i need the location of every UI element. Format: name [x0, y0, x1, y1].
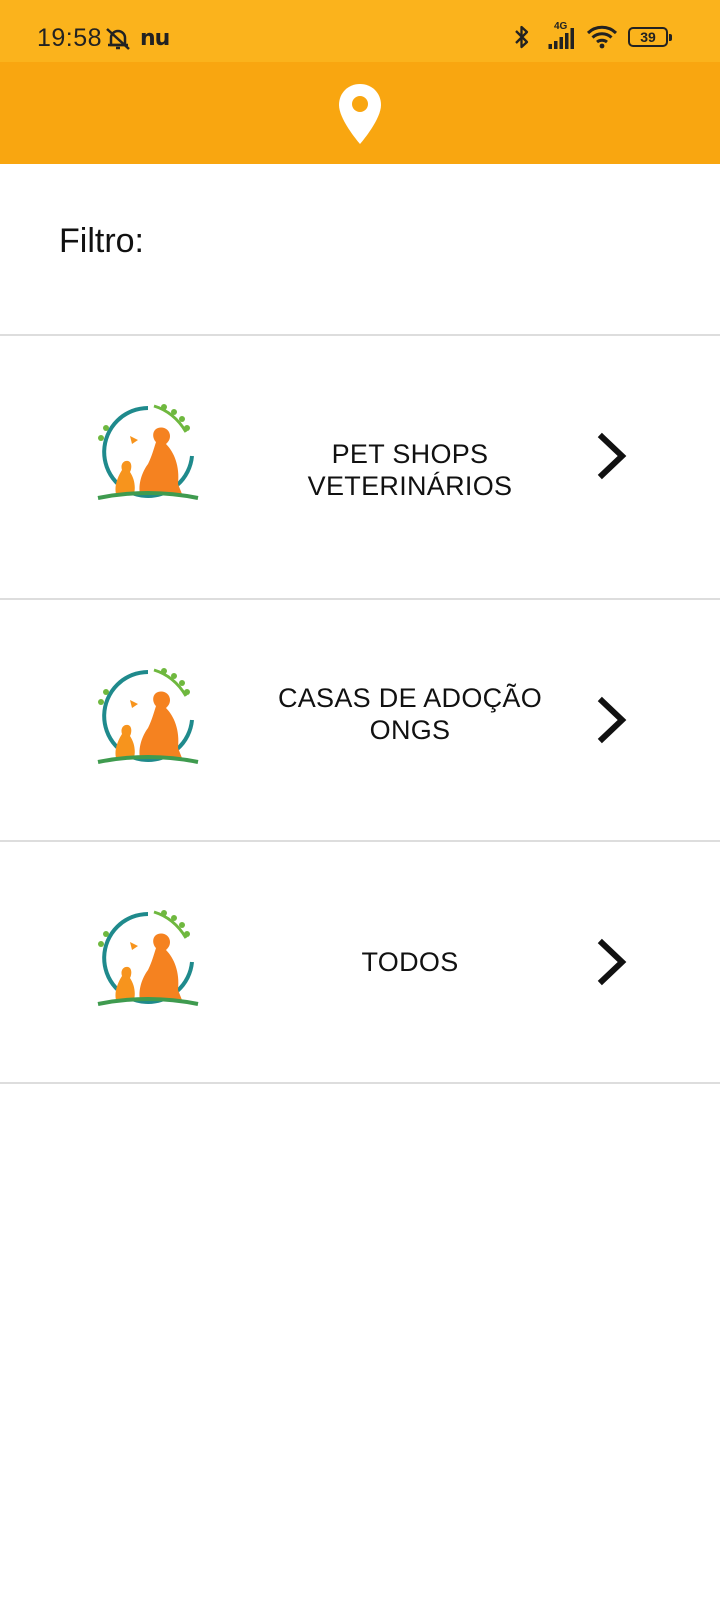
- category-label-line1: PET SHOPS: [331, 439, 489, 469]
- status-time: 19:58: [37, 24, 103, 52]
- category-label-line2: VETERINÁRIOS: [307, 471, 513, 501]
- status-right-icons: 4G 39: [514, 21, 672, 50]
- chevron-right-icon: [597, 432, 627, 480]
- screen: 19:58 nu 4G 39 Filtro: PET SHOPS VETERIN…: [0, 0, 720, 1600]
- app-bar: [0, 62, 720, 164]
- nubank-notification-icon: nu: [140, 26, 170, 51]
- divider: [0, 1082, 720, 1084]
- category-row-adoption-houses[interactable]: CASAS DE ADOÇÃO ONGS: [0, 600, 720, 840]
- filter-label: Filtro:: [59, 222, 144, 260]
- category-label: CASAS DE ADOÇÃO ONGS: [260, 682, 560, 746]
- wifi-icon: [586, 25, 618, 49]
- status-left-icons: nu: [104, 26, 170, 51]
- pet-logo-icon: [97, 668, 199, 764]
- alarm-off-icon: [106, 27, 130, 50]
- category-label-line2: ONGS: [369, 715, 451, 745]
- battery-icon: 39: [628, 27, 672, 47]
- chevron-right-icon: [597, 938, 627, 986]
- status-bar: 19:58 nu 4G 39: [0, 0, 720, 62]
- category-label-line1: CASAS DE ADOÇÃO: [277, 683, 543, 713]
- signal-icon: 4G: [540, 21, 576, 50]
- chevron-right-icon: [597, 696, 627, 744]
- battery-level: 39: [640, 29, 656, 45]
- category-label: PET SHOPS VETERINÁRIOS: [260, 438, 560, 502]
- pet-logo-icon: [97, 910, 199, 1006]
- location-pin-icon[interactable]: [336, 82, 384, 146]
- category-label-line1: TODOS: [361, 947, 459, 977]
- category-label: TODOS: [260, 946, 560, 978]
- category-row-pet-shops[interactable]: PET SHOPS VETERINÁRIOS: [0, 336, 720, 576]
- pet-logo-icon: [97, 404, 199, 500]
- bluetooth-icon: [515, 25, 529, 49]
- category-row-all[interactable]: TODOS: [0, 842, 720, 1082]
